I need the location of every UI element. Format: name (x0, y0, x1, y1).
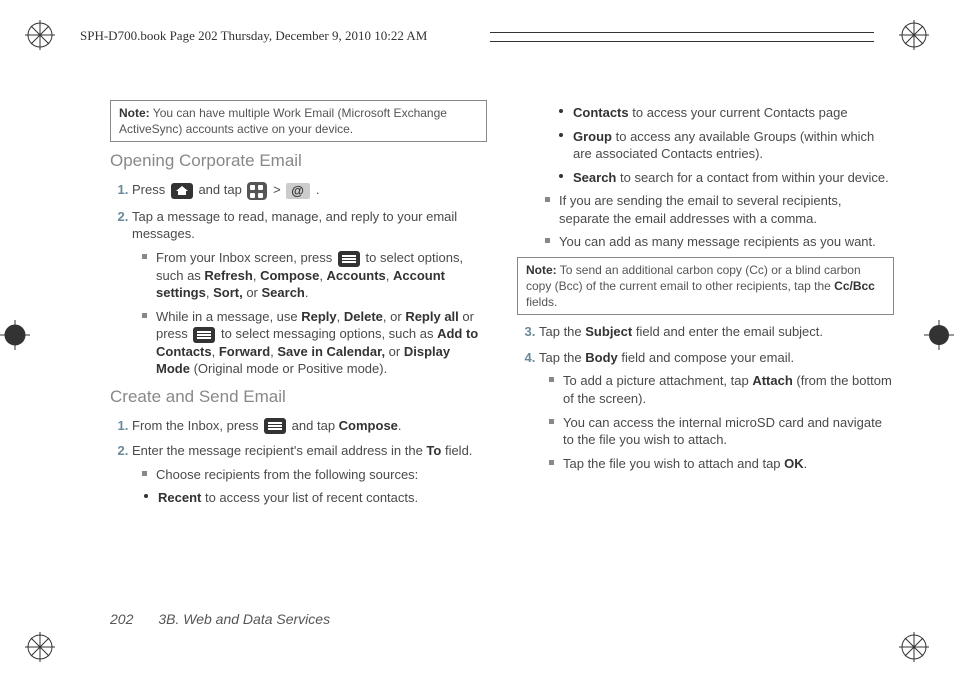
step: From the Inbox, press and tap Compose. (132, 417, 487, 435)
page-number: 202 (110, 611, 133, 627)
registration-mark-left (0, 320, 30, 350)
page-header: SPH-D700.book Page 202 Thursday, Decembe… (80, 28, 874, 44)
apps-icon (247, 182, 267, 200)
substep: If you are sending the email to several … (549, 192, 894, 227)
crop-mark-tr (899, 20, 929, 50)
substep: To add a picture attachment, tap Attach … (553, 372, 894, 407)
step: Tap a message to read, manage, and reply… (132, 208, 487, 378)
option: Search to search for a contact from with… (565, 169, 894, 187)
menu-icon (264, 418, 286, 434)
registration-mark-right (924, 320, 954, 350)
menu-icon (193, 327, 215, 343)
page-footer: 202 3B. Web and Data Services (110, 611, 330, 627)
step: Tap the Subject field and enter the emai… (539, 323, 894, 341)
option: Group to access any available Groups (wi… (565, 128, 894, 163)
step: Tap the Body field and compose your emai… (539, 349, 894, 472)
page-content: Note: You can have multiple Work Email (… (110, 100, 894, 592)
heading-create: Create and Send Email (110, 386, 487, 409)
substep: You can add as many message recipients a… (549, 233, 894, 251)
step: Enter the message recipient's email addr… (132, 442, 487, 507)
substep: Choose recipients from the following sou… (146, 466, 487, 484)
section-title: 3B. Web and Data Services (158, 611, 330, 627)
crop-mark-bl (25, 632, 55, 662)
heading-opening: Opening Corporate Email (110, 150, 487, 173)
menu-icon (338, 251, 360, 267)
note-box: Note: To send an additional carbon copy … (517, 257, 894, 316)
option: Recent to access your list of recent con… (150, 489, 487, 507)
note-box: Note: You can have multiple Work Email (… (110, 100, 487, 142)
email-icon (286, 183, 310, 199)
substep: You can access the internal microSD card… (553, 414, 894, 449)
left-column: Note: You can have multiple Work Email (… (110, 100, 487, 592)
home-icon (171, 183, 193, 199)
right-column: Contacts to access your current Contacts… (517, 100, 894, 592)
substep: While in a message, use Reply, Delete, o… (146, 308, 487, 378)
step: Press and tap > . (132, 181, 487, 200)
crop-mark-tl (25, 20, 55, 50)
substep: From your Inbox screen, press to select … (146, 249, 487, 302)
option: Contacts to access your current Contacts… (565, 104, 894, 122)
crop-mark-br (899, 632, 929, 662)
substep: Tap the file you wish to attach and tap … (553, 455, 894, 473)
